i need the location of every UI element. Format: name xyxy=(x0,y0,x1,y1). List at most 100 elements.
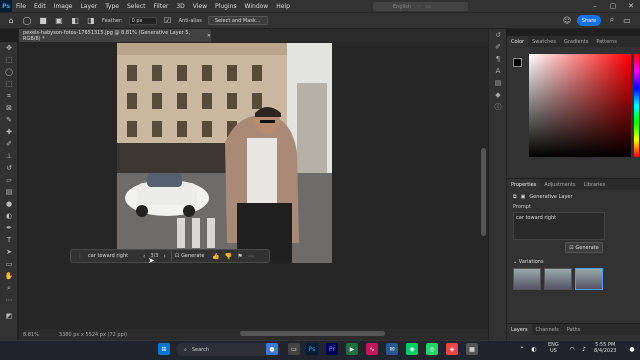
app-red-icon[interactable]: ◈ xyxy=(446,343,458,355)
menu-type[interactable]: Type xyxy=(101,3,123,10)
zoom-level[interactable]: 8.81% xyxy=(23,332,39,338)
hand-tool-icon[interactable]: ✋ xyxy=(0,270,18,282)
workspace-icon[interactable]: ▭ xyxy=(622,15,632,25)
rectangle-tool-icon[interactable]: ▭ xyxy=(0,258,18,270)
tab-channels[interactable]: Channels xyxy=(532,324,563,335)
info-icon[interactable]: ⓘ xyxy=(489,101,507,113)
tray-chevron-icon[interactable]: ⌃ xyxy=(516,343,528,355)
whatsapp-icon[interactable]: ◉ xyxy=(406,343,418,355)
foreground-background-color-icon[interactable]: ◩ xyxy=(0,310,18,322)
marquee-tool-icon[interactable]: ⬚ xyxy=(0,54,18,66)
brush-tool-icon[interactable]: ✐ xyxy=(0,138,18,150)
tab-adjustments[interactable]: Adjustments xyxy=(540,179,579,190)
file-explorer-icon[interactable]: ▭ xyxy=(288,343,300,355)
eyedropper-tool-icon[interactable]: ✎ xyxy=(0,114,18,126)
user-icon[interactable]: ☺ xyxy=(562,15,572,25)
prompt-textarea[interactable]: car toward right xyxy=(513,212,605,240)
dodge-tool-icon[interactable]: ◐ xyxy=(0,210,18,222)
crop-tool-icon[interactable]: ⌗ xyxy=(0,90,18,102)
prompt-input[interactable]: car toward right xyxy=(88,253,138,259)
menu-select[interactable]: Select xyxy=(123,3,150,10)
close-tab-icon[interactable]: ✕ xyxy=(207,33,211,39)
lasso-tool-icon[interactable]: ◯ xyxy=(0,66,18,78)
photoshop-logo-icon[interactable]: Ps xyxy=(0,0,12,12)
menu-image[interactable]: Image xyxy=(50,3,77,10)
tab-paths[interactable]: Paths xyxy=(563,324,585,335)
lasso-tool-icon[interactable]: ◯ xyxy=(22,16,32,26)
blur-tool-icon[interactable]: ● xyxy=(0,198,18,210)
clone-stamp-tool-icon[interactable]: ⊥ xyxy=(0,150,18,162)
language-indicator[interactable]: English ◦ ▭ xyxy=(373,2,468,11)
maximize-button[interactable]: ▢ xyxy=(604,0,622,12)
history-brush-tool-icon[interactable]: ↺ xyxy=(0,162,18,174)
gradient-tool-icon[interactable]: ▤ xyxy=(0,186,18,198)
menu-file[interactable]: File xyxy=(12,3,30,10)
foreground-color-swatch[interactable] xyxy=(513,58,522,67)
close-button[interactable]: ✕ xyxy=(622,0,640,12)
widget-icon[interactable]: ● xyxy=(266,343,278,355)
more-options-icon[interactable]: ⋯ xyxy=(248,253,254,260)
history-icon[interactable]: ↺ xyxy=(489,29,507,41)
variation-thumbnail-selected[interactable] xyxy=(575,268,603,290)
language-indicator-tray[interactable]: ENG US xyxy=(548,342,559,354)
feather-input[interactable]: 0 px xyxy=(128,16,157,25)
thumbs-down-icon[interactable]: 👎 xyxy=(225,253,232,260)
drag-handle-icon[interactable]: ⋮ xyxy=(77,253,83,260)
horizontal-scrollbar[interactable] xyxy=(240,331,385,336)
tab-gradients[interactable]: Gradients xyxy=(560,36,592,47)
tab-color[interactable]: Color xyxy=(507,36,529,47)
home-icon[interactable]: ⌂ xyxy=(6,16,16,26)
previous-variation-icon[interactable]: ‹ xyxy=(143,253,145,260)
creative-app-icon[interactable]: ∿ xyxy=(366,343,378,355)
eraser-tool-icon[interactable]: ▱ xyxy=(0,174,18,186)
antialias-checkbox[interactable]: ☑ xyxy=(163,16,173,26)
volume-icon[interactable]: ♪ xyxy=(578,343,590,355)
healing-brush-tool-icon[interactable]: ✚ xyxy=(0,126,18,138)
menu-layer[interactable]: Layer xyxy=(76,3,101,10)
tray-app-icon[interactable]: ◐ xyxy=(528,343,540,355)
menu-3d[interactable]: 3D xyxy=(172,3,188,10)
properties-generate-button[interactable]: ⊡ Generate xyxy=(565,242,603,253)
layer-comps-icon[interactable]: ▤ xyxy=(489,77,507,89)
menu-filter[interactable]: Filter xyxy=(150,3,173,10)
character-icon[interactable]: A xyxy=(489,65,507,77)
new-selection-icon[interactable]: ■ xyxy=(38,16,48,26)
color-picker-field[interactable] xyxy=(529,54,631,157)
document-image[interactable] xyxy=(117,43,332,263)
move-tool-icon[interactable]: ✥ xyxy=(0,42,18,54)
tab-swatches[interactable]: Swatches xyxy=(528,36,560,47)
premiere-icon[interactable]: Pr xyxy=(326,343,338,355)
menu-window[interactable]: Window xyxy=(241,3,273,10)
add-selection-icon[interactable]: ▣ xyxy=(54,16,64,26)
app-icon[interactable]: ▶ xyxy=(346,343,358,355)
notification-icon[interactable]: ● xyxy=(626,343,638,355)
type-tool-icon[interactable]: T xyxy=(0,234,18,246)
intersect-selection-icon[interactable]: ◨ xyxy=(86,16,96,26)
variation-thumbnail[interactable] xyxy=(513,268,541,290)
minimize-button[interactable]: – xyxy=(586,0,604,12)
menu-edit[interactable]: Edit xyxy=(30,3,50,10)
flag-icon[interactable]: ⚑ xyxy=(237,253,242,260)
tab-properties[interactable]: Properties xyxy=(507,179,541,190)
pen-tool-icon[interactable]: ✒ xyxy=(0,222,18,234)
vertical-scrollbar[interactable] xyxy=(481,148,486,236)
hue-slider[interactable] xyxy=(634,54,639,157)
generate-button[interactable]: ⊡ Generate xyxy=(170,251,208,261)
shapes-icon[interactable]: ◆ xyxy=(489,89,507,101)
select-and-mask-button[interactable]: Select and Mask... xyxy=(207,16,268,25)
share-button[interactable]: Share xyxy=(577,15,601,26)
subtract-selection-icon[interactable]: ◧ xyxy=(70,16,80,26)
menu-plugins[interactable]: Plugins xyxy=(211,3,241,10)
more-tools-icon[interactable]: ⋯ xyxy=(0,294,18,306)
windows-start-icon[interactable]: ⊞ xyxy=(158,343,170,355)
menu-help[interactable]: Help xyxy=(272,3,294,10)
zoom-tool-icon[interactable]: ⌕ xyxy=(0,282,18,294)
path-selection-tool-icon[interactable]: ➤ xyxy=(0,246,18,258)
brush-settings-icon[interactable]: ✐ xyxy=(489,41,507,53)
variations-header[interactable]: ⌄ Variations xyxy=(507,253,640,268)
menu-view[interactable]: View xyxy=(189,3,211,10)
clock[interactable]: 5:55 PM 8/4/2023 xyxy=(594,342,616,354)
photoshop-taskbar-icon[interactable]: Ps xyxy=(306,343,318,355)
tab-libraries[interactable]: Libraries xyxy=(580,179,610,190)
document-tab[interactable]: pexels-habyson-fotos-17651315.jpg @ 8.81… xyxy=(19,29,211,42)
